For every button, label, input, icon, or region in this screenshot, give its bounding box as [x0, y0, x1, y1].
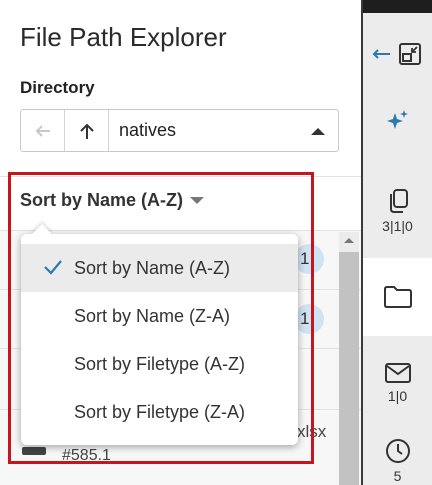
mail-count: 1|0 [387, 388, 408, 404]
collapse-panel-button[interactable] [363, 24, 432, 84]
caret-up-icon[interactable] [298, 126, 338, 136]
file-id-text: #585.1 [62, 447, 111, 464]
sort-menu: Sort by Name (A-Z) Sort by Name (Z-A) So… [21, 224, 298, 445]
up-directory-button[interactable] [65, 110, 109, 151]
back-button[interactable] [21, 110, 65, 151]
history-button[interactable]: 5 [363, 438, 432, 485]
sort-label: Sort by Name (A-Z) [20, 190, 184, 210]
sort-option-name-asc[interactable]: Sort by Name (A-Z) [21, 244, 298, 292]
sort-option-filetype-desc[interactable]: Sort by Filetype (Z-A) [21, 388, 298, 436]
folder-button[interactable] [363, 258, 432, 336]
sort-option-name-desc[interactable]: Sort by Name (Z-A) [21, 292, 298, 340]
history-count: 5 [393, 468, 402, 484]
sort-option-label: Sort by Name (Z-A) [74, 305, 231, 326]
caret-down-icon [190, 197, 205, 204]
scrollbar-thumb[interactable] [339, 252, 359, 485]
arrow-left-icon [35, 124, 50, 137]
arrow-up-icon [79, 123, 94, 139]
file-icon [22, 447, 46, 455]
count-badge: 1 [294, 304, 324, 334]
copies-button[interactable]: 3|1|0 [363, 176, 432, 246]
collapse-panel-icon [372, 43, 421, 65]
sort-option-filetype-asc[interactable]: Sort by Filetype (A-Z) [21, 340, 298, 388]
ai-assist-button[interactable] [363, 92, 432, 148]
sort-option-label: Sort by Filetype (Z-A) [74, 401, 246, 422]
mail-button[interactable]: 1|0 [363, 350, 432, 416]
clock-icon [385, 439, 410, 463]
divider [0, 230, 361, 231]
directory-value[interactable]: natives [119, 120, 298, 141]
copy-count: 3|1|0 [382, 218, 413, 234]
directory-label: Directory [20, 78, 95, 97]
sparkle-icon [386, 110, 408, 129]
mail-icon [384, 363, 411, 383]
sort-option-label: Sort by Name (A-Z) [74, 257, 231, 278]
sort-dropdown[interactable]: Sort by Name (A-Z) [20, 190, 205, 211]
rail-top-bar [363, 0, 432, 13]
scroll-up-icon[interactable] [342, 234, 356, 246]
sort-option-label: Sort by Filetype (A-Z) [74, 353, 246, 374]
count-badge: 1 [294, 244, 324, 274]
directory-selector[interactable]: natives [20, 109, 339, 152]
folder-icon [383, 286, 412, 308]
copy-icon [389, 189, 408, 213]
page-title: File Path Explorer [20, 22, 227, 52]
file-extension-text: xlsx [297, 422, 327, 441]
divider [0, 176, 361, 177]
checkmark-icon [44, 260, 62, 275]
file-path-explorer-panel: File Path Explorer Directory natives 1 1… [0, 0, 361, 485]
